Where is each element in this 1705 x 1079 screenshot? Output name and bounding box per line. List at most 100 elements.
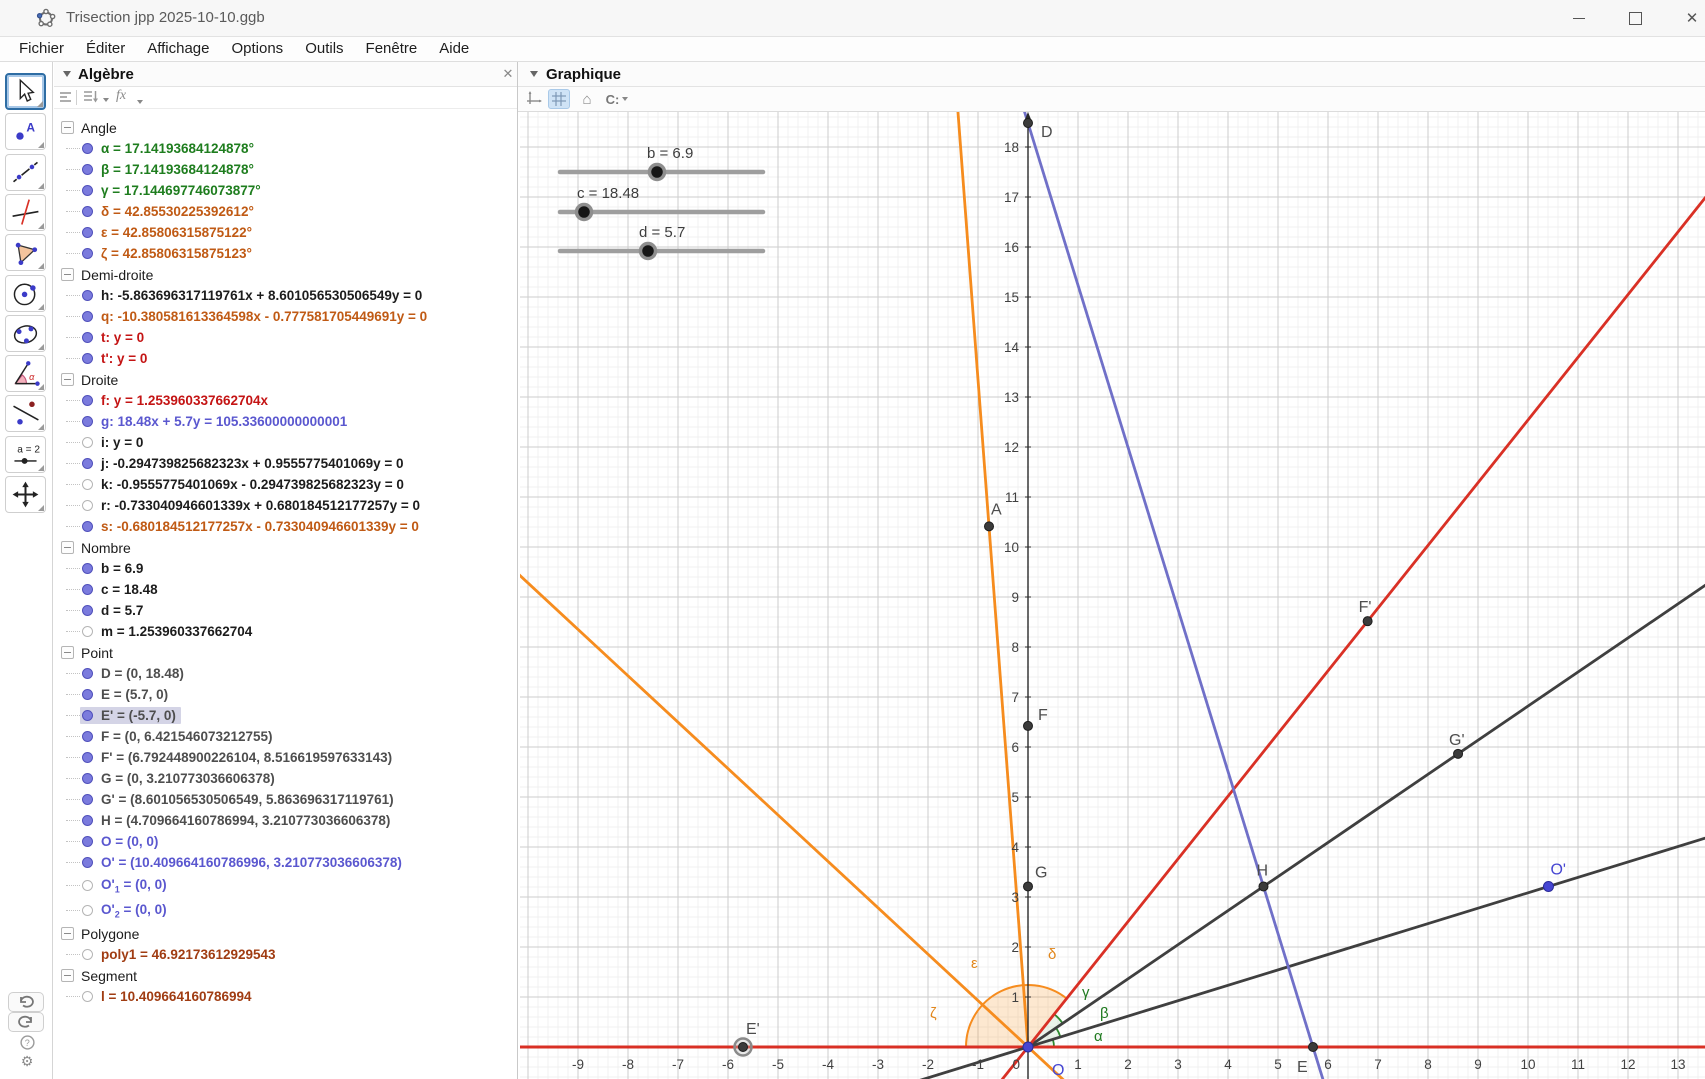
algebra-item[interactable]: c = 18.48 — [54, 579, 517, 600]
home-view-button[interactable]: ⌂ — [576, 89, 598, 109]
tool-line[interactable] — [5, 154, 46, 191]
maximize-button[interactable] — [1615, 6, 1655, 30]
algebra-item[interactable]: E' = (-5.7, 0) — [54, 705, 517, 726]
tool-dropdown-icon[interactable] — [37, 101, 43, 107]
visibility-marble-off[interactable] — [82, 949, 93, 960]
visibility-marble-on[interactable] — [82, 836, 93, 847]
point-F-prime[interactable] — [1363, 617, 1372, 626]
collapse-section-icon[interactable] — [61, 541, 74, 554]
algebra-item[interactable]: t': y = 0 — [54, 348, 517, 369]
visibility-marble-off[interactable] — [82, 905, 93, 916]
collapse-section-icon[interactable] — [61, 268, 74, 281]
algebra-item[interactable]: g: 18.48x + 5.7y = 105.33600000000001 — [54, 411, 517, 432]
menu-outils[interactable]: Outils — [294, 38, 354, 60]
algebra-item[interactable]: l = 10.409664160786994 — [54, 986, 517, 1007]
panel-divider[interactable] — [517, 62, 518, 1079]
tool-reflect[interactable] — [5, 395, 46, 432]
auxiliary-objects-icon[interactable] — [58, 89, 73, 109]
settings-gear-icon[interactable]: ⚙ — [18, 1053, 36, 1070]
tool-dropdown-icon[interactable] — [38, 384, 44, 390]
visibility-marble-on[interactable] — [82, 353, 93, 364]
algebra-item[interactable]: β = 17.14193684124878° — [54, 159, 517, 180]
graphics-view[interactable]: 123456789101112131415161718-9-8-7-6-5-4-… — [520, 112, 1705, 1079]
visibility-marble-on[interactable] — [82, 689, 93, 700]
tool-dropdown-icon[interactable] — [38, 183, 44, 189]
algebra-item[interactable]: r: -0.733040946601339x + 0.6801845121772… — [54, 495, 517, 516]
visibility-marble-on[interactable] — [82, 395, 93, 406]
tool-dropdown-icon[interactable] — [38, 142, 44, 148]
minimize-button[interactable] — [1559, 6, 1599, 30]
visibility-marble-off[interactable] — [82, 500, 93, 511]
algebra-item[interactable]: G' = (8.601056530506549, 5.8636963171197… — [54, 789, 517, 810]
visibility-marble-on[interactable] — [82, 164, 93, 175]
point-E-prime[interactable] — [739, 1043, 748, 1052]
point-D[interactable] — [1024, 119, 1033, 128]
visibility-marble-off[interactable] — [82, 991, 93, 1002]
point-O[interactable] — [1023, 1042, 1033, 1052]
visibility-marble-on[interactable] — [82, 668, 93, 679]
algebra-item[interactable]: γ = 17.144697746073877° — [54, 180, 517, 201]
tool-dropdown-icon[interactable] — [38, 263, 44, 269]
algebra-item[interactable]: j: -0.294739825682323x + 0.9555775401069… — [54, 453, 517, 474]
tool-polygon[interactable] — [5, 234, 46, 271]
graph-svg[interactable]: 123456789101112131415161718-9-8-7-6-5-4-… — [520, 112, 1705, 1079]
tool-angle[interactable]: α — [5, 355, 46, 392]
algebra-item[interactable]: q: -10.380581613364598x - 0.777581705449… — [54, 306, 517, 327]
algebra-item[interactable]: d = 5.7 — [54, 600, 517, 621]
visibility-marble-on[interactable] — [82, 731, 93, 742]
menu-editer[interactable]: Éditer — [75, 38, 136, 60]
algebra-item[interactable]: F' = (6.792448900226104, 8.5166195976331… — [54, 747, 517, 768]
close-panel-icon[interactable]: ✕ — [501, 67, 515, 81]
visibility-marble-on[interactable] — [82, 311, 93, 322]
redo-button[interactable] — [8, 1012, 44, 1032]
tool-move[interactable] — [5, 73, 46, 110]
collapse-panel-icon[interactable] — [63, 71, 71, 77]
visibility-marble-off[interactable] — [82, 479, 93, 490]
visibility-marble-on[interactable] — [82, 563, 93, 574]
visibility-marble-on[interactable] — [82, 773, 93, 784]
tool-circle[interactable] — [5, 275, 46, 312]
algebra-item[interactable]: O'2 = (0, 0) — [54, 898, 517, 923]
visibility-marble-on[interactable] — [82, 815, 93, 826]
visibility-marble-on[interactable] — [82, 584, 93, 595]
tool-dropdown-icon[interactable] — [38, 505, 44, 511]
algebra-item[interactable]: H = (4.709664160786994, 3.21077303660637… — [54, 810, 517, 831]
algebra-item[interactable]: O = (0, 0) — [54, 831, 517, 852]
line-f[interactable] — [983, 182, 1705, 1079]
tool-dropdown-icon[interactable] — [38, 424, 44, 430]
help-icon[interactable]: ? — [18, 1035, 36, 1052]
menu-affichage[interactable]: Affichage — [136, 38, 220, 60]
algebra-item[interactable]: G = (0, 3.210773036606378) — [54, 768, 517, 789]
point-capture-button[interactable]: C: — [600, 89, 634, 109]
visibility-marble-off[interactable] — [82, 880, 93, 891]
slider-knob-d[interactable] — [641, 244, 656, 259]
algebra-item[interactable]: D = (0, 18.48) — [54, 663, 517, 684]
function-input-icon[interactable]: fx — [116, 88, 126, 104]
point-G[interactable] — [1024, 882, 1033, 891]
tool-dropdown-icon[interactable] — [38, 344, 44, 350]
visibility-marble-off[interactable] — [82, 437, 93, 448]
algebra-item[interactable]: O' = (10.409664160786996, 3.210773036606… — [54, 852, 517, 873]
visibility-marble-on[interactable] — [82, 752, 93, 763]
menu-fenetre[interactable]: Fenêtre — [355, 38, 429, 60]
algebra-item[interactable]: α = 17.14193684124878° — [54, 138, 517, 159]
tool-perpendicular[interactable] — [5, 194, 46, 231]
tool-ellipse[interactable] — [5, 315, 46, 352]
visibility-marble-on[interactable] — [82, 206, 93, 217]
visibility-marble-on[interactable] — [82, 143, 93, 154]
menu-aide[interactable]: Aide — [428, 38, 480, 60]
tool-point[interactable]: A — [5, 113, 46, 150]
algebra-item[interactable]: b = 6.9 — [54, 558, 517, 579]
algebra-item[interactable]: E = (5.7, 0) — [54, 684, 517, 705]
visibility-marble-on[interactable] — [82, 332, 93, 343]
algebra-item[interactable]: O'1 = (0, 0) — [54, 873, 517, 898]
visibility-marble-on[interactable] — [82, 794, 93, 805]
visibility-marble-on[interactable] — [82, 521, 93, 532]
algebra-item[interactable]: h: -5.863696317119761x + 8.6010565305065… — [54, 285, 517, 306]
collapse-section-icon[interactable] — [61, 121, 74, 134]
point-H[interactable] — [1259, 882, 1268, 891]
point-A[interactable] — [985, 522, 994, 531]
point-G-prime[interactable] — [1454, 749, 1463, 758]
algebra-item[interactable]: k: -0.9555775401069x - 0.294739825682323… — [54, 474, 517, 495]
visibility-marble-on[interactable] — [82, 290, 93, 301]
